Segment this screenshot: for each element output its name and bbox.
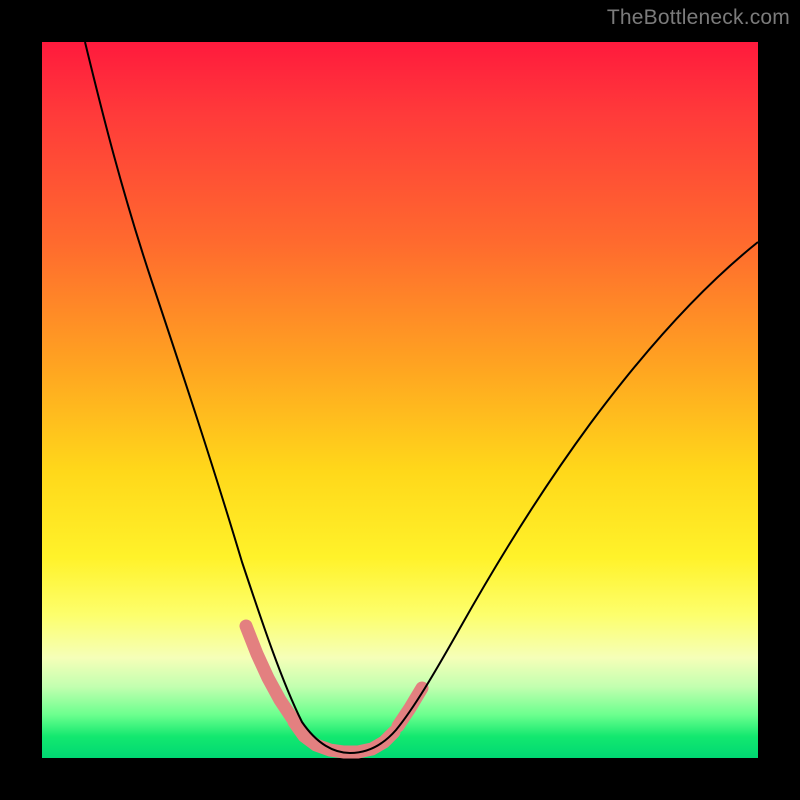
chart-frame: TheBottleneck.com (0, 0, 800, 800)
highlight-right (398, 688, 422, 726)
highlight-valley (294, 722, 394, 752)
bottleneck-curve (85, 42, 758, 753)
highlight-group (246, 626, 422, 752)
watermark-text: TheBottleneck.com (607, 6, 790, 30)
plot-area (42, 42, 758, 758)
curve-svg (42, 42, 758, 758)
